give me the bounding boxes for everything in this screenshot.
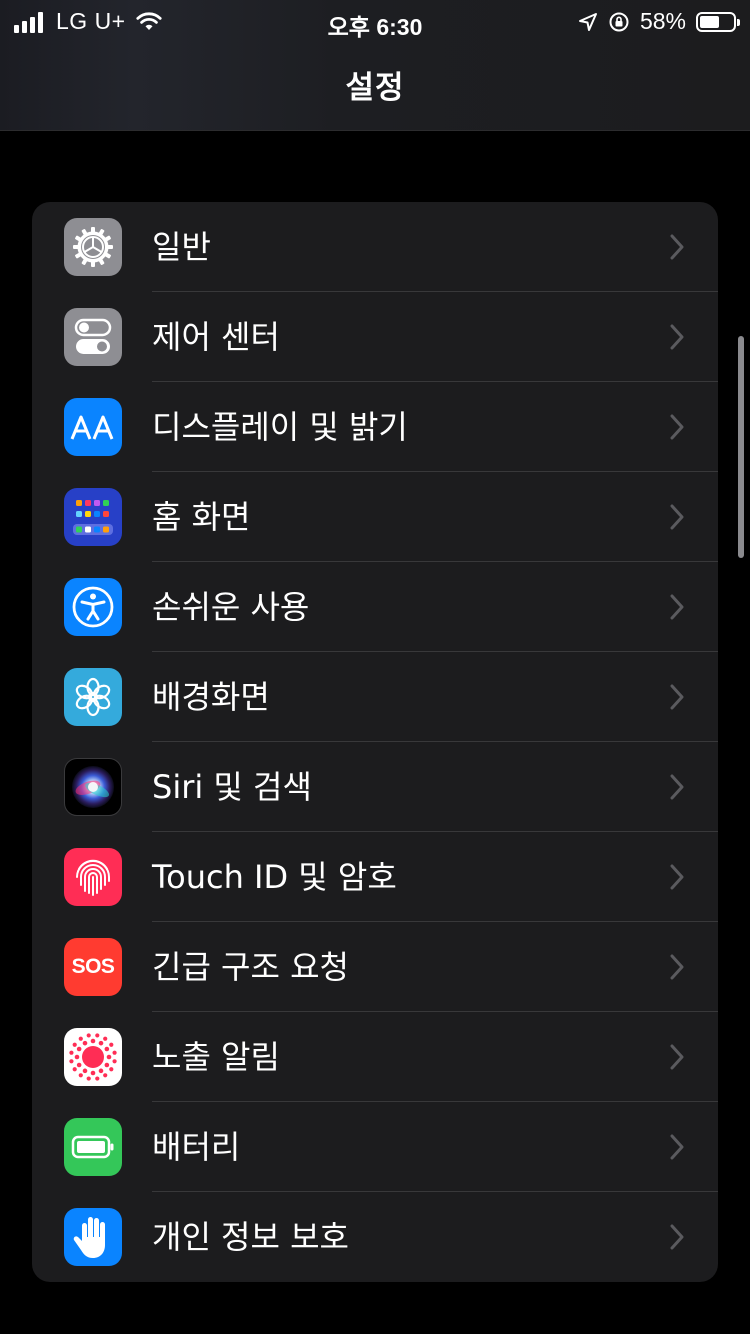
chevron-right-icon bbox=[670, 1134, 684, 1160]
chevron-right-icon bbox=[670, 594, 684, 620]
settings-row-label: Touch ID 및 암호 bbox=[152, 858, 397, 896]
settings-row-general[interactable]: 일반 bbox=[32, 202, 718, 292]
chevron-right-icon bbox=[670, 1044, 684, 1070]
settings-row-battery[interactable]: 배터리 bbox=[32, 1102, 718, 1192]
settings-row-label: 배경화면 bbox=[152, 678, 270, 716]
scroll-indicator[interactable] bbox=[738, 336, 744, 558]
chevron-right-icon bbox=[670, 504, 684, 530]
settings-row-touch-id-passcode[interactable]: Touch ID 및 암호 bbox=[32, 832, 718, 922]
sos-icon: SOS bbox=[64, 938, 122, 996]
sos-icon-text: SOS bbox=[71, 955, 115, 978]
settings-row-label: 제어 센터 bbox=[152, 318, 280, 356]
exposure-notification-icon bbox=[64, 1028, 122, 1086]
chevron-right-icon bbox=[670, 684, 684, 710]
privacy-hand-icon bbox=[64, 1208, 122, 1266]
settings-row-label: 개인 정보 보호 bbox=[152, 1218, 349, 1256]
chevron-right-icon bbox=[670, 414, 684, 440]
chevron-right-icon bbox=[670, 324, 684, 350]
display-aa-icon bbox=[64, 398, 122, 456]
wallpaper-flower-icon bbox=[64, 668, 122, 726]
chevron-right-icon bbox=[670, 1224, 684, 1250]
settings-row-label: Siri 및 검색 bbox=[152, 768, 312, 806]
settings-row-label: 디스플레이 및 밝기 bbox=[152, 408, 408, 446]
chevron-right-icon bbox=[670, 234, 684, 260]
battery-percent: 58% bbox=[639, 8, 686, 34]
status-bar: LG U+ 오후 6:30 58% bbox=[0, 0, 750, 42]
settings-row-label: 노출 알림 bbox=[152, 1038, 280, 1076]
toggles-icon bbox=[64, 308, 122, 366]
settings-row-label: 긴급 구조 요청 bbox=[152, 948, 349, 986]
settings-row-exposure-notifications[interactable]: 노출 알림 bbox=[32, 1012, 718, 1102]
settings-row-privacy[interactable]: 개인 정보 보호 bbox=[32, 1192, 718, 1282]
page-title: 설정 bbox=[345, 70, 405, 106]
chevron-right-icon bbox=[670, 954, 684, 980]
accessibility-icon bbox=[64, 578, 122, 636]
settings-row-emergency-sos[interactable]: SOS 긴급 구조 요청 bbox=[32, 922, 718, 1012]
battery-icon bbox=[64, 1118, 122, 1176]
home-screen-grid-icon bbox=[64, 488, 122, 546]
gear-icon bbox=[64, 218, 122, 276]
settings-row-label: 홈 화면 bbox=[152, 498, 251, 536]
settings-row-control-center[interactable]: 제어 센터 bbox=[32, 292, 718, 382]
settings-row-display-brightness[interactable]: 디스플레이 및 밝기 bbox=[32, 382, 718, 472]
battery-status-icon bbox=[696, 11, 740, 32]
fingerprint-icon bbox=[64, 848, 122, 906]
settings-row-label: 일반 bbox=[152, 228, 211, 266]
navigation-bar: LG U+ 오후 6:30 58% 설정 bbox=[0, 0, 750, 131]
chevron-right-icon bbox=[670, 864, 684, 890]
orientation-lock-icon bbox=[609, 12, 629, 31]
settings-row-siri-search[interactable]: Siri 및 검색 bbox=[32, 742, 718, 832]
location-arrow-icon bbox=[578, 12, 597, 31]
siri-icon bbox=[64, 758, 122, 816]
settings-row-home-screen[interactable]: 홈 화면 bbox=[32, 472, 718, 562]
chevron-right-icon bbox=[670, 774, 684, 800]
settings-row-label: 손쉬운 사용 bbox=[152, 588, 310, 626]
settings-row-accessibility[interactable]: 손쉬운 사용 bbox=[32, 562, 718, 652]
settings-list: 일반 제어 센터 디스플레이 및 밝기 홈 화면 손쉬운 사용 배경화면 Sir… bbox=[32, 202, 718, 1282]
settings-row-label: 배터리 bbox=[152, 1128, 241, 1166]
settings-row-wallpaper[interactable]: 배경화면 bbox=[32, 652, 718, 742]
